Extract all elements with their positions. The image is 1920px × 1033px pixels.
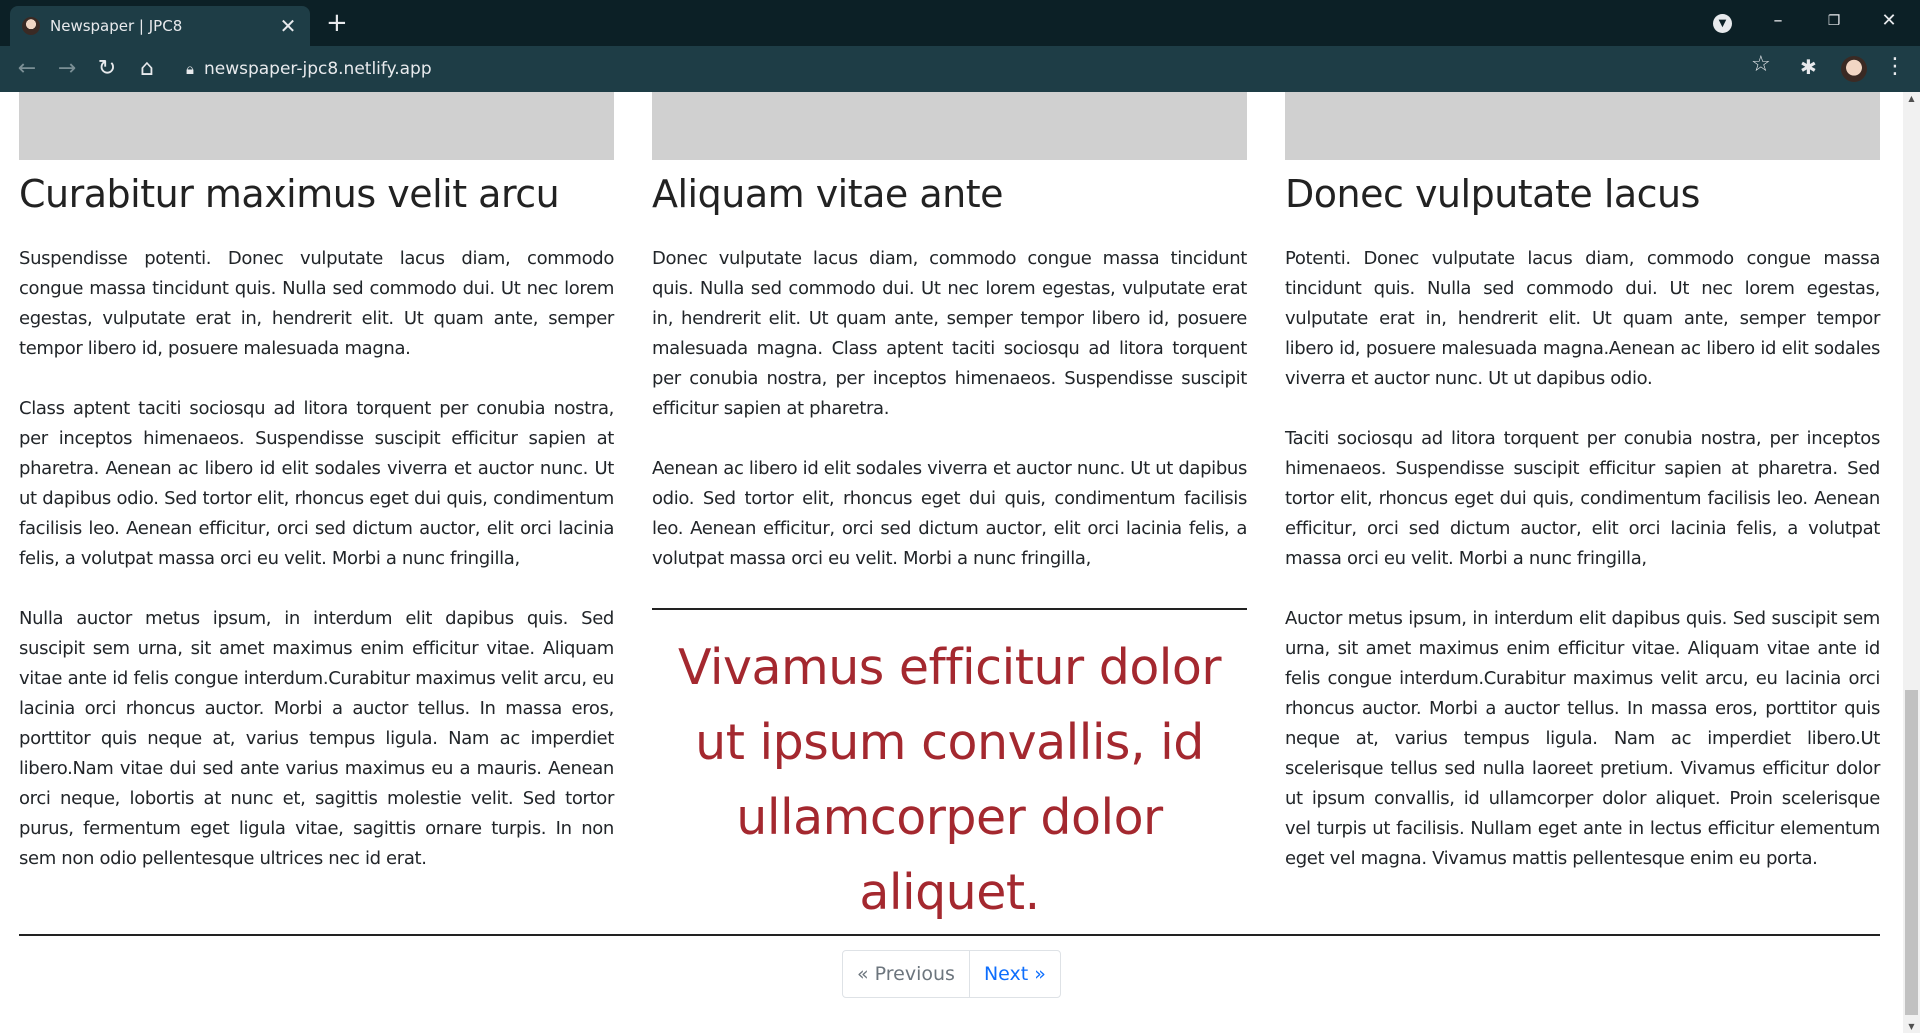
article-image xyxy=(652,92,1247,160)
close-tab-icon[interactable]: ✕ xyxy=(278,14,298,38)
article-paragraph: Potenti. Donec vulputate lacus diam, com… xyxy=(1285,248,1880,389)
back-icon[interactable]: ← xyxy=(12,54,42,84)
article-column: Curabitur maximus velit arcu Suspendisse… xyxy=(19,92,614,874)
previous-page-link[interactable]: « Previous xyxy=(843,951,970,997)
article-headline: Curabitur maximus velit arcu xyxy=(19,172,560,216)
divider xyxy=(19,934,1880,936)
close-window-button[interactable]: ✕ xyxy=(1874,6,1904,36)
favicon-icon xyxy=(22,17,40,35)
avatar[interactable] xyxy=(1841,56,1867,82)
star-icon[interactable]: ☆ xyxy=(1751,52,1771,77)
article-paragraph: Suspendisse potenti. Donec vulputate lac… xyxy=(19,248,614,359)
article-paragraph: Donec vulputate lacus diam, commodo cong… xyxy=(652,248,1247,419)
browser-tab[interactable]: Newspaper | JPC8 ✕ xyxy=(10,6,310,46)
new-tab-button[interactable]: + xyxy=(326,9,348,37)
article-column: Aliquam vitae ante Donec vulputate lacus… xyxy=(652,92,1247,930)
scroll-up-arrow-icon[interactable]: ▲ xyxy=(1903,94,1920,103)
pagination: « Previous Next » xyxy=(842,950,1061,998)
article-paragraph: Nulla auctor metus ipsum, in interdum el… xyxy=(19,608,614,869)
next-page-link[interactable]: Next » xyxy=(970,951,1060,997)
tab-title: Newspaper | JPC8 xyxy=(50,17,183,35)
kebab-menu-icon[interactable]: ⋮ xyxy=(1884,54,1906,79)
address-bar[interactable]: 🔒︎ newspaper-jpc8.netlify.app xyxy=(176,52,1776,86)
divider xyxy=(652,608,1247,610)
browser-toolbar: ← → ↻ ⌂ 🔒︎ newspaper-jpc8.netlify.app ☆ … xyxy=(0,46,1920,92)
article-headline: Donec vulputate lacus xyxy=(1285,172,1700,216)
minimize-button[interactable]: – xyxy=(1763,6,1793,36)
article-image xyxy=(1285,92,1880,160)
pull-quote: Vivamus efficitur dolor ut ipsum convall… xyxy=(677,639,1222,921)
maximize-button[interactable]: ❐ xyxy=(1819,6,1849,36)
article-image xyxy=(19,92,614,160)
browser-tab-strip: Newspaper | JPC8 ✕ + ▼ – ❐ ✕ xyxy=(0,0,1920,46)
url-text: newspaper-jpc8.netlify.app xyxy=(203,59,432,79)
page-viewport: Curabitur maximus velit arcu Suspendisse… xyxy=(0,92,1903,1033)
reload-icon[interactable]: ↻ xyxy=(92,54,122,84)
vertical-scrollbar[interactable]: ▲ ▼ xyxy=(1903,92,1920,1033)
tab-search-icon[interactable]: ▼ xyxy=(1713,14,1732,33)
scrollbar-thumb[interactable] xyxy=(1905,690,1918,1015)
article-paragraph: Class aptent taciti sociosqu ad litora t… xyxy=(19,398,614,569)
scroll-down-arrow-icon[interactable]: ▼ xyxy=(1903,1022,1920,1031)
article-headline: Aliquam vitae ante xyxy=(652,172,1004,216)
home-icon[interactable]: ⌂ xyxy=(132,54,162,84)
article-column: Donec vulputate lacus Potenti. Donec vul… xyxy=(1285,92,1880,874)
article-paragraph: Aenean ac libero id elit sodales viverra… xyxy=(652,458,1247,569)
article-paragraph: Taciti sociosqu ad litora torquent per c… xyxy=(1285,428,1880,569)
extensions-icon[interactable]: ✱ xyxy=(1800,55,1817,79)
lock-icon: 🔒︎ xyxy=(186,60,194,78)
forward-icon[interactable]: → xyxy=(52,54,82,84)
article-paragraph: Auctor metus ipsum, in interdum elit dap… xyxy=(1285,608,1880,869)
